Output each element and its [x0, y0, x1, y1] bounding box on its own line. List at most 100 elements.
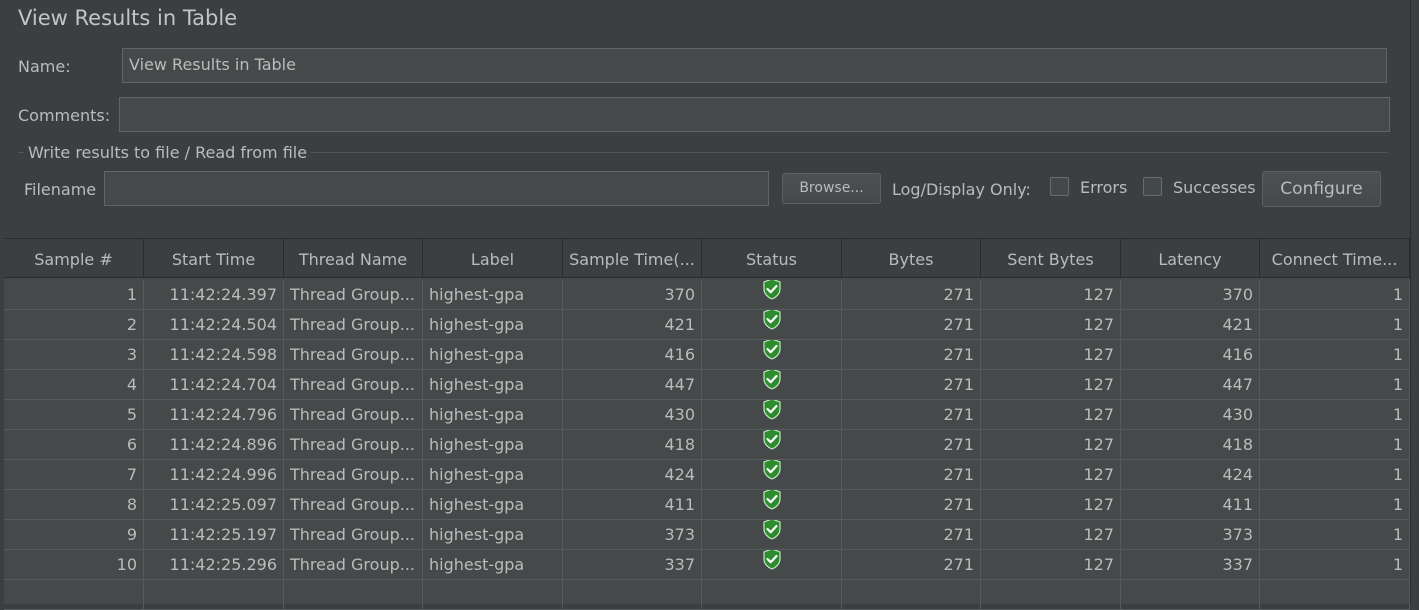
cell-latency: 370 [1121, 280, 1260, 310]
cell-sent-bytes: 127 [981, 430, 1121, 460]
cell-connect-time: 1 [1260, 520, 1410, 550]
successes-label[interactable]: Successes [1173, 178, 1256, 197]
empty-cell [144, 580, 284, 610]
right-edge-scroll-area [1410, 0, 1419, 604]
cell-sent-bytes: 127 [981, 370, 1121, 400]
cell-bytes: 271 [842, 430, 981, 460]
cell-bytes: 271 [842, 310, 981, 340]
errors-label[interactable]: Errors [1080, 178, 1127, 197]
column-header-status[interactable]: Status [702, 239, 842, 277]
table-row[interactable]: 5 11:42:24.796 Thread Group... highest-gpa 4… [4, 400, 1410, 430]
table-row[interactable]: 3 11:42:24.598 Thread Group... highest-gpa 4… [4, 340, 1410, 370]
success-shield-icon [762, 310, 782, 339]
cell-label: highest-gpa [423, 280, 563, 310]
cell-status [702, 370, 842, 400]
table-row[interactable]: 7 11:42:24.996 Thread Group... highest-gpa 4… [4, 460, 1410, 490]
column-header-sample[interactable]: Sample # [4, 239, 144, 277]
empty-cell [4, 580, 144, 610]
cell-connect-time: 1 [1260, 370, 1410, 400]
cell-start-time: 11:42:24.796 [144, 400, 284, 430]
cell-bytes: 271 [842, 520, 981, 550]
group-title: Write results to file / Read from file [24, 143, 312, 162]
cell-label: highest-gpa [423, 310, 563, 340]
empty-cell [702, 580, 842, 610]
cell-thread-name: Thread Group... [284, 520, 423, 550]
cell-label: highest-gpa [423, 400, 563, 430]
cell-sample: 7 [4, 460, 144, 490]
empty-row [4, 580, 1410, 610]
cell-connect-time: 1 [1260, 460, 1410, 490]
cell-bytes: 271 [842, 370, 981, 400]
cell-label: highest-gpa [423, 340, 563, 370]
table-row[interactable]: 10 11:42:25.296 Thread Group... highest-gpa… [4, 550, 1410, 580]
empty-cell [563, 580, 702, 610]
cell-latency: 411 [1121, 490, 1260, 520]
success-shield-icon [762, 520, 782, 549]
successes-checkbox[interactable] [1143, 177, 1162, 196]
table-row[interactable]: 9 11:42:25.197 Thread Group... highest-gpa 3… [4, 520, 1410, 550]
table-body: 1 11:42:24.397 Thread Group... highest-gpa 3… [4, 280, 1410, 610]
cell-status [702, 400, 842, 430]
column-header-label[interactable]: Label [423, 239, 563, 277]
cell-thread-name: Thread Group... [284, 340, 423, 370]
column-header-sent-bytes[interactable]: Sent Bytes [981, 239, 1121, 277]
cell-sample: 2 [4, 310, 144, 340]
cell-sent-bytes: 127 [981, 400, 1121, 430]
name-field[interactable]: View Results in Table [122, 48, 1387, 83]
cell-latency: 421 [1121, 310, 1260, 340]
column-header-sample-time[interactable]: Sample Time(... [563, 239, 702, 277]
table-row[interactable]: 1 11:42:24.397 Thread Group... highest-gpa 3… [4, 280, 1410, 310]
cell-sent-bytes: 127 [981, 280, 1121, 310]
comments-label: Comments: [18, 106, 111, 125]
column-header-start-time[interactable]: Start Time [144, 239, 284, 277]
cell-sample-time: 447 [563, 370, 702, 400]
cell-thread-name: Thread Group... [284, 400, 423, 430]
cell-label: highest-gpa [423, 550, 563, 580]
cell-status [702, 520, 842, 550]
cell-status [702, 460, 842, 490]
table-row[interactable]: 4 11:42:24.704 Thread Group... highest-gpa 4… [4, 370, 1410, 400]
cell-sample: 8 [4, 490, 144, 520]
cell-latency: 418 [1121, 430, 1260, 460]
browse-button[interactable]: Browse... [782, 173, 881, 204]
empty-cell [1121, 580, 1260, 610]
column-header-bytes[interactable]: Bytes [842, 239, 981, 277]
cell-label: highest-gpa [423, 460, 563, 490]
cell-sent-bytes: 127 [981, 490, 1121, 520]
cell-sample: 10 [4, 550, 144, 580]
column-header-thread-name[interactable]: Thread Name [284, 239, 423, 277]
cell-sample-time: 416 [563, 340, 702, 370]
cell-bytes: 271 [842, 550, 981, 580]
table-row[interactable]: 6 11:42:24.896 Thread Group... highest-gpa 4… [4, 430, 1410, 460]
cell-bytes: 271 [842, 490, 981, 520]
cell-label: highest-gpa [423, 490, 563, 520]
configure-button[interactable]: Configure [1262, 171, 1381, 207]
cell-sent-bytes: 127 [981, 550, 1121, 580]
column-header-connect-time[interactable]: Connect Time... [1260, 239, 1410, 277]
cell-sample-time: 418 [563, 430, 702, 460]
cell-sample: 1 [4, 280, 144, 310]
cell-connect-time: 1 [1260, 340, 1410, 370]
column-header-latency[interactable]: Latency [1121, 239, 1260, 277]
filename-field[interactable] [104, 171, 769, 206]
success-shield-icon [762, 280, 782, 309]
cell-sent-bytes: 127 [981, 340, 1121, 370]
panel-title: View Results in Table [18, 6, 238, 30]
table-row[interactable]: 8 11:42:25.097 Thread Group... highest-gpa 4… [4, 490, 1410, 520]
empty-cell [1260, 580, 1410, 610]
comments-field[interactable] [119, 97, 1390, 132]
cell-connect-time: 1 [1260, 550, 1410, 580]
log-display-label: Log/Display Only: [892, 180, 1031, 199]
cell-start-time: 11:42:24.504 [144, 310, 284, 340]
success-shield-icon [762, 340, 782, 369]
cell-connect-time: 1 [1260, 490, 1410, 520]
cell-thread-name: Thread Group... [284, 370, 423, 400]
cell-thread-name: Thread Group... [284, 280, 423, 310]
cell-sample-time: 421 [563, 310, 702, 340]
errors-checkbox[interactable] [1050, 177, 1069, 196]
success-shield-icon [762, 460, 782, 489]
cell-sample-time: 337 [563, 550, 702, 580]
empty-cell [842, 580, 981, 610]
table-row[interactable]: 2 11:42:24.504 Thread Group... highest-gpa 4… [4, 310, 1410, 340]
cell-sample-time: 370 [563, 280, 702, 310]
